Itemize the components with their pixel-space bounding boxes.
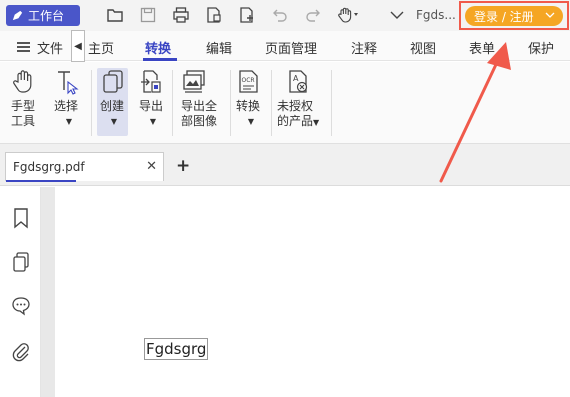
redo-icon[interactable]: [304, 6, 322, 24]
login-label: 登录 / 注册: [474, 9, 534, 24]
left-sidebar: [0, 187, 41, 397]
dropdown-arrow-icon: ▼: [149, 117, 157, 126]
document-tab-bar: Fgdsgrg.pdf ✕ +: [0, 144, 570, 186]
add-tab-button[interactable]: +: [176, 156, 190, 176]
ribbon-toolbar: 手型 工具 选择 ▼ 创建 ▼ 导出 ▼ 导出全 部图像 OCR 转换 ▼ A 未授…: [0, 62, 570, 144]
close-icon[interactable]: ✕: [146, 159, 157, 174]
open-folder-icon[interactable]: [106, 6, 124, 24]
create-pdf-icon: [103, 70, 123, 93]
svg-text:A: A: [293, 74, 299, 83]
active-tab-underline: [6, 180, 76, 182]
hand-tool-button[interactable]: 手型 工具: [11, 68, 41, 129]
comment-icon[interactable]: [11, 295, 31, 317]
separator: [172, 70, 173, 136]
export-all-images-button[interactable]: 导出全 部图像: [181, 68, 221, 129]
scan-document-icon[interactable]: [205, 6, 223, 24]
save-icon[interactable]: [139, 6, 157, 24]
separator: [271, 70, 272, 136]
separator: [331, 70, 332, 136]
chevron-down-icon: [545, 12, 555, 18]
collapse-panel-button[interactable]: ◀: [71, 30, 85, 62]
pen-icon: [12, 10, 23, 21]
menu-protect[interactable]: 保护: [528, 38, 554, 57]
export-label: 导出: [139, 99, 164, 113]
menu-bar: 文件 主页 转换 编辑 页面管理 注释 视图 表单 保护: [0, 31, 570, 61]
menu-annotate[interactable]: 注释: [351, 38, 377, 57]
login-highlight-box: 登录 / 注册: [459, 1, 569, 30]
pages-icon[interactable]: [11, 251, 31, 273]
attachment-icon[interactable]: [11, 341, 31, 363]
create-label: 创建: [100, 99, 125, 113]
chevron-down-icon[interactable]: [388, 6, 406, 24]
bookmark-icon[interactable]: [11, 207, 31, 229]
images-icon: [183, 70, 205, 93]
hand-tool-label: 手型 工具: [11, 99, 36, 128]
menu-page-management[interactable]: 页面管理: [265, 38, 317, 57]
undo-icon[interactable]: [271, 6, 289, 24]
menu-file[interactable]: 文件: [37, 38, 63, 57]
select-button[interactable]: 选择 ▼: [54, 68, 84, 129]
file-tab-name: Fgdsgrg.pdf: [13, 160, 85, 174]
unlicensed-products-label: 未授权 的产品▼: [277, 99, 320, 128]
menu-home[interactable]: 主页: [88, 38, 114, 57]
active-tab-indicator: [143, 58, 177, 61]
file-tab[interactable]: Fgdsgrg.pdf ✕: [5, 152, 164, 182]
convert-button[interactable]: OCR 转换 ▼: [236, 68, 266, 129]
export-button[interactable]: 导出 ▼: [139, 68, 167, 129]
menu-view[interactable]: 视图: [410, 38, 436, 57]
separator: [91, 70, 92, 136]
unlicensed-document-icon: A: [289, 70, 308, 93]
dropdown-arrow-icon: ▼: [65, 117, 73, 126]
menu-edit[interactable]: 编辑: [206, 38, 232, 57]
workbench-label: 工作台: [28, 9, 65, 23]
hand-icon: [13, 70, 32, 93]
ocr-icon: OCR: [239, 70, 258, 93]
document-canvas: Fgdsgrg: [41, 187, 570, 397]
title-bar: 工作台 Fgds... 登录 / 注册: [0, 0, 570, 31]
pdf-text-content[interactable]: Fgdsgrg: [144, 338, 209, 360]
select-label: 选择: [54, 99, 79, 113]
print-icon[interactable]: [172, 6, 190, 24]
pdf-page[interactable]: Fgdsgrg: [55, 187, 570, 397]
text-select-icon: [58, 71, 79, 95]
menu-convert[interactable]: 转换: [145, 38, 171, 57]
convert-label: 转换: [236, 99, 261, 113]
dropdown-arrow-icon: ▼: [110, 117, 118, 126]
document-name: Fgds...: [416, 8, 456, 22]
svg-text:OCR: OCR: [242, 77, 255, 84]
menu-icon[interactable]: [17, 42, 30, 52]
unlicensed-products-button[interactable]: A 未授权 的产品▼: [277, 68, 325, 130]
export-icon: [141, 70, 161, 93]
dropdown-arrow-icon: ▼: [247, 117, 255, 126]
menu-form[interactable]: 表单: [469, 38, 495, 57]
new-document-icon[interactable]: [238, 6, 256, 24]
create-button[interactable]: 创建 ▼: [97, 68, 128, 136]
dropdown-arrow-icon: ▼: [313, 118, 320, 127]
separator: [230, 70, 231, 136]
login-register-button[interactable]: 登录 / 注册: [465, 6, 563, 26]
hand-tool-dropdown-icon[interactable]: [337, 6, 361, 24]
workbench-button[interactable]: 工作台: [6, 5, 80, 26]
export-all-images-label: 导出全 部图像: [181, 99, 218, 128]
